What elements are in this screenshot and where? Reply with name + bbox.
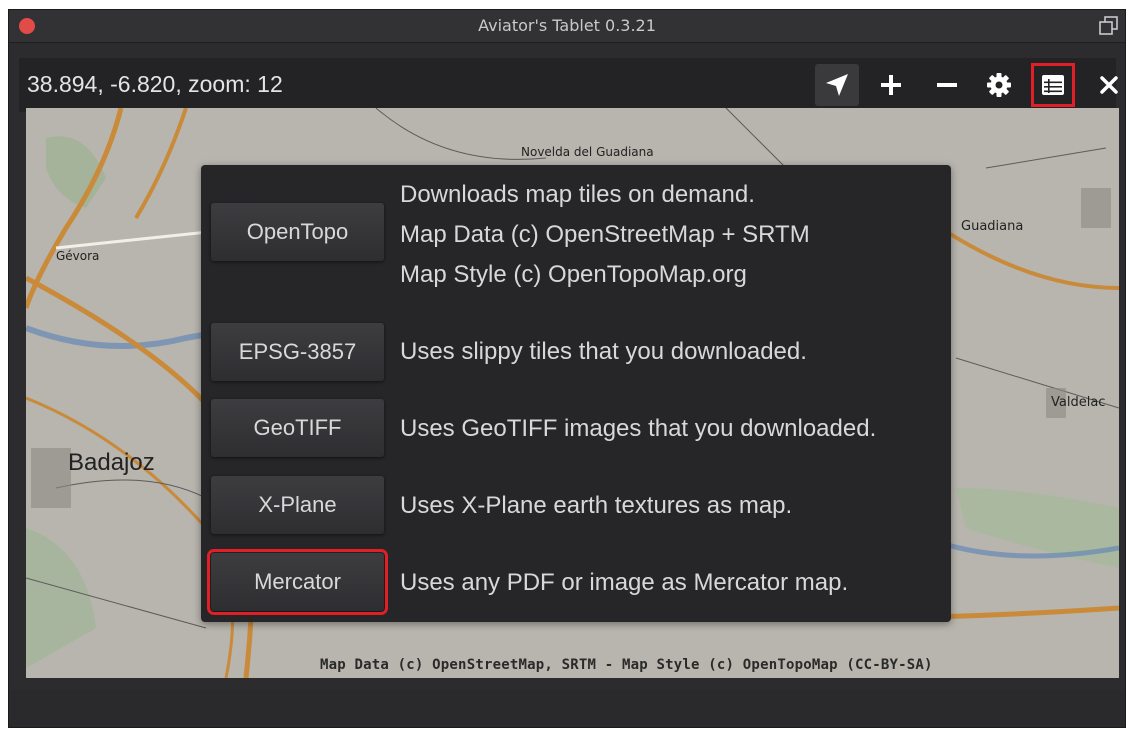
- navigation-arrow-icon: [826, 74, 848, 96]
- layers-button[interactable]: [1031, 63, 1075, 107]
- place-label: Guadiana: [961, 219, 1023, 234]
- coordinates-readout: 38.894, -6.820, zoom: 12: [27, 71, 283, 97]
- description-line: Map Style (c) OpenTopoMap.org: [400, 261, 747, 288]
- plus-icon: [881, 75, 901, 95]
- epsg-3857-description: Uses slippy tiles that you downloaded.: [400, 338, 807, 365]
- xplane-button[interactable]: X-Plane: [211, 476, 384, 534]
- close-icon: [1100, 76, 1118, 94]
- place-label: Novelda del Guadiana: [521, 145, 654, 159]
- list-table-icon: [1042, 75, 1064, 95]
- map-toolbar: 38.894, -6.820, zoom: 12: [19, 58, 1118, 112]
- place-label: Gévora: [56, 249, 99, 263]
- gear-icon: [987, 73, 1011, 97]
- settings-button[interactable]: [977, 64, 1021, 106]
- popout-window-icon[interactable]: [1099, 16, 1119, 36]
- zoom-out-button[interactable]: [925, 64, 969, 106]
- mercator-button[interactable]: Mercator: [207, 549, 388, 615]
- mercator-description: Uses any PDF or image as Mercator map.: [400, 569, 849, 596]
- title-bar: Aviator's Tablet 0.3.21: [9, 10, 1125, 43]
- opentopo-button[interactable]: OpenTopo: [211, 203, 384, 261]
- minus-icon: [937, 83, 957, 87]
- status-bar: [9, 690, 1125, 727]
- place-label: Valdelac: [1051, 395, 1105, 410]
- geotiff-button[interactable]: GeoTIFF: [211, 399, 384, 457]
- close-button[interactable]: [1087, 64, 1131, 106]
- window-title: Aviator's Tablet 0.3.21: [478, 16, 656, 35]
- map-source-panel: OpenTopo Downloads map tiles on demand. …: [201, 165, 951, 622]
- opentopo-description: Downloads map tiles on demand. Map Data …: [400, 175, 810, 295]
- description-line: Downloads map tiles on demand.: [400, 181, 755, 208]
- geotiff-description: Uses GeoTIFF images that you downloaded.: [400, 415, 877, 442]
- epsg-3857-button[interactable]: EPSG-3857: [211, 323, 384, 381]
- locate-button[interactable]: [815, 64, 859, 106]
- place-label: Badajoz: [68, 449, 155, 476]
- map-attribution: Map Data (c) OpenStreetMap, SRTM - Map S…: [320, 657, 933, 673]
- zoom-in-button[interactable]: [869, 64, 913, 106]
- description-line: Map Data (c) OpenStreetMap + SRTM: [400, 221, 810, 248]
- xplane-description: Uses X-Plane earth textures as map.: [400, 492, 793, 519]
